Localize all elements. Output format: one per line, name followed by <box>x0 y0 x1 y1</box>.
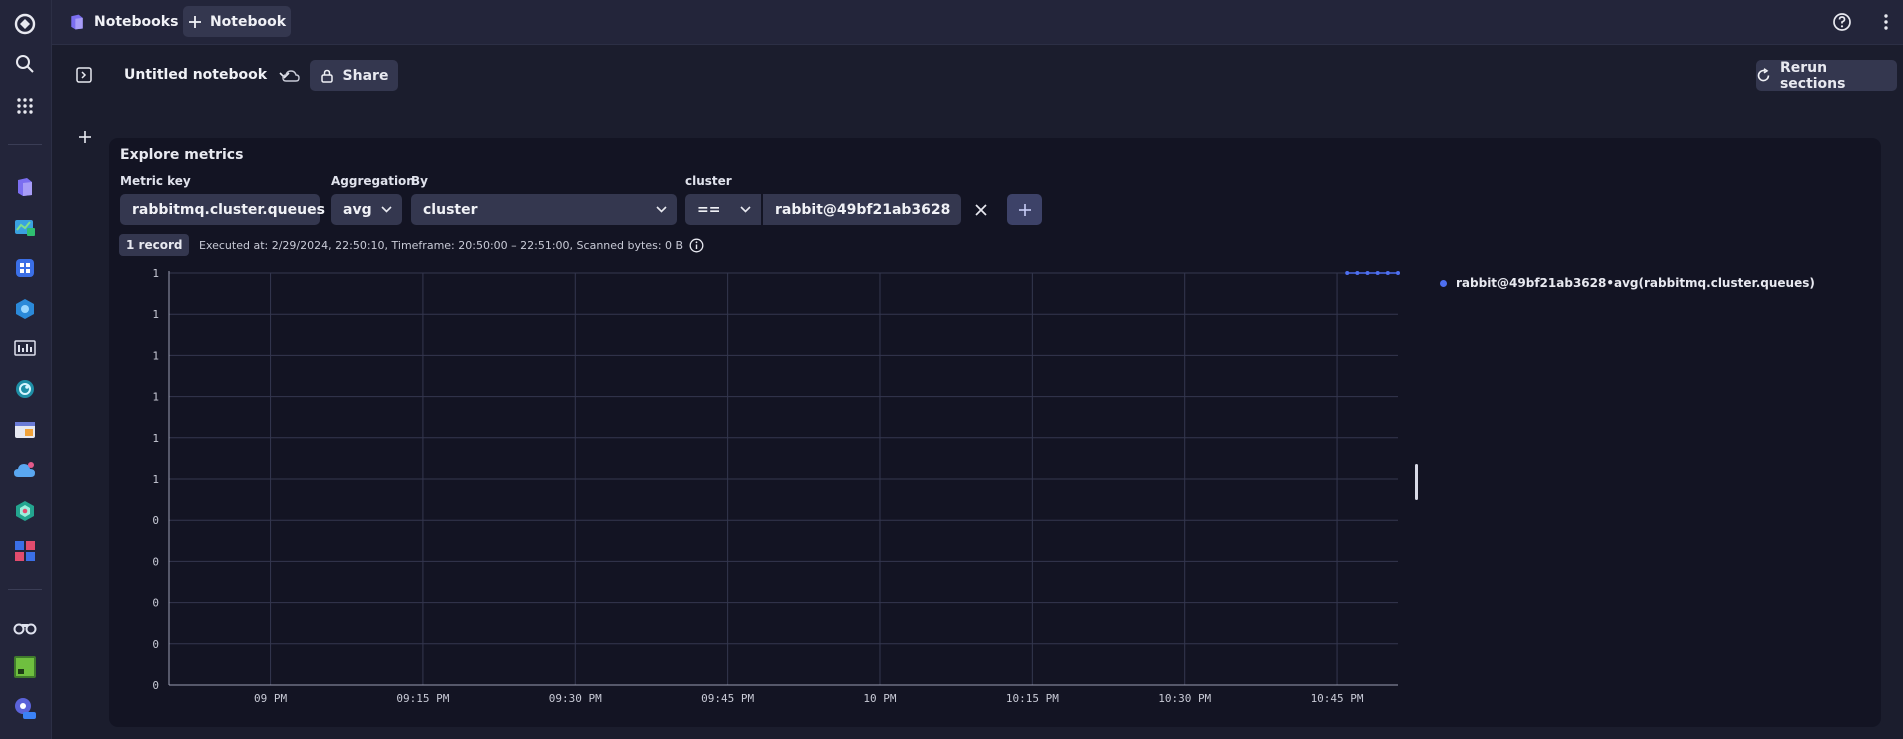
help-icon[interactable] <box>1830 10 1854 34</box>
apps-grid-icon[interactable] <box>9 90 41 122</box>
data-point <box>1396 271 1400 275</box>
y-tick-label: 0 <box>152 514 159 527</box>
plus-icon <box>188 15 201 28</box>
notebooks-icon <box>71 14 83 30</box>
data-point <box>1375 271 1380 275</box>
cloud-sync-icon <box>282 68 300 87</box>
app-rail <box>0 0 52 739</box>
tab-notebooks-label: Notebooks <box>94 14 179 30</box>
toggle-sidebar-icon[interactable] <box>76 67 92 87</box>
data-point <box>1365 271 1370 275</box>
workflows-app-icon[interactable] <box>9 252 41 284</box>
binoculars-app-icon[interactable] <box>9 611 41 643</box>
rerun-label: Rerun sections <box>1779 59 1846 92</box>
y-tick-label: 0 <box>152 597 159 610</box>
discovery-app-icon[interactable] <box>9 373 41 405</box>
y-tick-label: 1 <box>152 267 159 280</box>
x-tick-label: 10:45 PM <box>1311 692 1364 705</box>
lock-icon <box>320 69 333 83</box>
notebook-title-text: Untitled notebook <box>124 67 268 83</box>
legend-item[interactable]: rabbit@49bf21ab3628•avg(rabbitmq.cluster… <box>1440 276 1815 290</box>
x-tick-label: 09:15 PM <box>396 692 449 705</box>
legend-label: rabbit@49bf21ab3628•avg(rabbitmq.cluster… <box>1456 276 1815 290</box>
y-tick-label: 1 <box>152 349 159 362</box>
y-tick-label: 0 <box>152 679 159 692</box>
dashboards-app-icon[interactable] <box>9 211 41 243</box>
data-point <box>1345 271 1350 275</box>
explore-metrics-section: Explore metrics Metric key rabbitmq.clus… <box>109 138 1881 727</box>
notebook-title[interactable]: Untitled notebook <box>124 67 290 83</box>
new-app-icon[interactable] <box>9 692 41 724</box>
x-tick-label: 09 PM <box>254 692 287 705</box>
search-icon[interactable] <box>9 48 41 80</box>
infrastructure-app-icon[interactable] <box>9 293 41 325</box>
share-button[interactable]: Share <box>310 60 398 91</box>
custom-app-icon[interactable] <box>9 651 41 683</box>
y-tick-label: 0 <box>152 555 159 568</box>
x-tick-label: 09:30 PM <box>549 692 602 705</box>
y-tick-label: 0 <box>152 638 159 651</box>
notebooks-app-icon[interactable] <box>9 171 41 203</box>
data-point <box>1355 271 1360 275</box>
tab-notebooks[interactable]: Notebooks <box>68 6 178 38</box>
y-tick-label: 1 <box>152 473 159 486</box>
new-notebook-label: Notebook <box>209 13 287 30</box>
metric-chart: 1 1 1 1 1 1 0 0 0 0 0 09 PM 09:15 PM 09:30 PM 09:45 PM… <box>152 267 1400 705</box>
synthetic-app-icon[interactable] <box>9 333 41 365</box>
add-section-icon[interactable] <box>74 126 96 148</box>
logs-app-icon[interactable] <box>9 414 41 446</box>
services-app-icon[interactable] <box>9 535 41 567</box>
x-tick-label: 09:45 PM <box>701 692 754 705</box>
rail-divider <box>8 144 42 145</box>
data-point <box>1385 271 1390 275</box>
kubernetes-app-icon[interactable] <box>9 495 41 527</box>
refresh-icon <box>1757 68 1770 82</box>
x-tick-label: 10:30 PM <box>1158 692 1211 705</box>
share-label: Share <box>342 67 389 84</box>
legend-dot <box>1440 279 1447 287</box>
more-options-icon[interactable] <box>1874 10 1898 34</box>
cloud-app-icon[interactable] <box>9 454 41 486</box>
rail-divider <box>8 589 42 590</box>
y-tick-label: 1 <box>152 391 159 404</box>
rerun-sections-button[interactable]: Rerun sections <box>1756 59 1897 92</box>
y-tick-label: 1 <box>152 308 159 321</box>
y-tick-label: 1 <box>152 432 159 445</box>
x-tick-label: 10 PM <box>863 692 896 705</box>
x-tick-label: 10:15 PM <box>1006 692 1059 705</box>
new-notebook-button[interactable]: Notebook <box>183 6 291 37</box>
notebook-toolbar: Untitled notebook Share Rerun sections <box>52 60 1903 94</box>
resize-handle[interactable] <box>1415 464 1418 500</box>
dynatrace-logo-icon[interactable] <box>9 8 41 40</box>
top-bar: Notebooks Notebook <box>52 0 1903 45</box>
